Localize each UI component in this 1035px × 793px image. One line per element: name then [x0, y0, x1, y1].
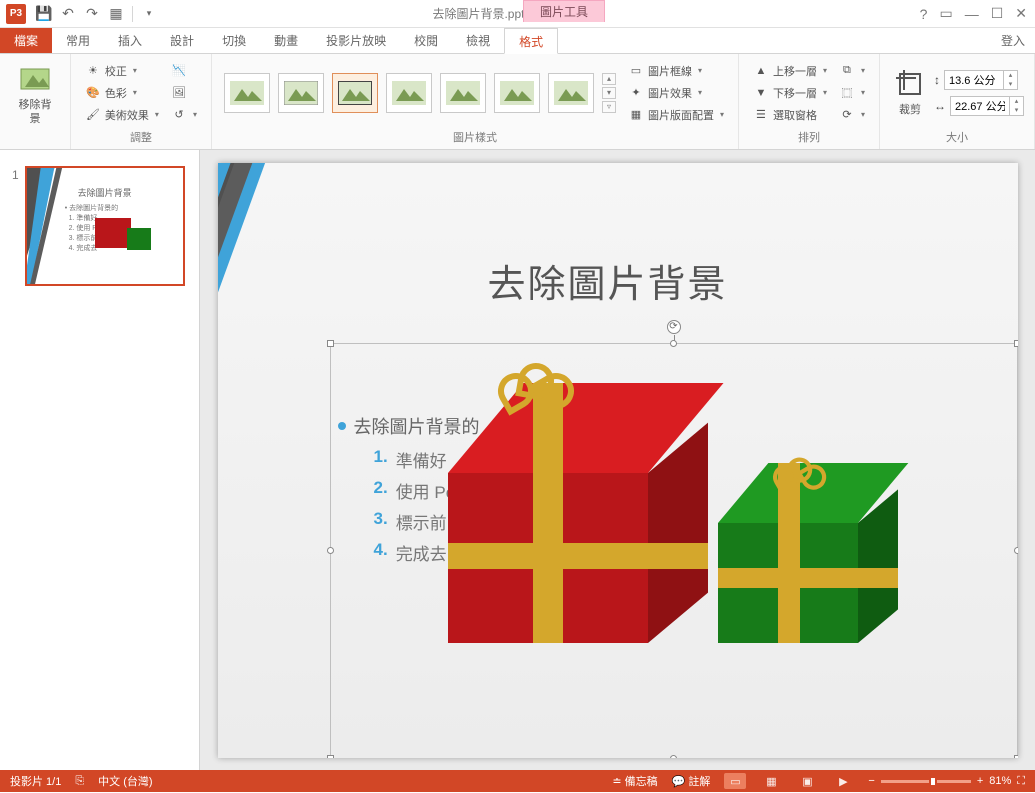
- tab-insert[interactable]: 插入: [104, 28, 156, 53]
- tab-file[interactable]: 檔案: [0, 28, 52, 53]
- remove-background-button[interactable]: 移除背景: [8, 59, 62, 129]
- slide: 去除圖片背景 去除圖片背景的 1.準備好 2.使用 Po 3.標示前 4.完成去: [218, 163, 1018, 758]
- slide-indicator[interactable]: 投影片 1/1: [10, 773, 61, 789]
- style-tile-2[interactable]: [278, 73, 324, 113]
- contextual-tab-title: 圖片工具: [523, 0, 605, 22]
- send-backward-button[interactable]: ▼下移一層▾: [749, 83, 831, 103]
- notes-button[interactable]: ≐ 備忘稿: [612, 773, 657, 789]
- corrections-button[interactable]: ☀校正▾: [81, 61, 163, 81]
- tab-home[interactable]: 常用: [52, 28, 104, 53]
- group-arrange: ▲上移一層▾ ▼下移一層▾ ☰選取窗格 ⧉▾ ⿴▾ ⟳▾ 排列: [739, 54, 880, 149]
- status-bar: 投影片 1/1 ⎘ 中文 (台灣) ≐ 備忘稿 💬 註解 ▭ ▦ ▣ ▶ − +…: [0, 770, 1035, 792]
- signin-link[interactable]: 登入: [1001, 28, 1035, 53]
- rotate-button[interactable]: ⟳▾: [835, 105, 869, 125]
- sorter-view-button[interactable]: ▦: [760, 773, 782, 789]
- height-icon: ↕: [934, 73, 940, 87]
- width-down[interactable]: ▾: [1009, 106, 1023, 115]
- height-up[interactable]: ▴: [1003, 71, 1017, 80]
- save-icon[interactable]: 💾: [36, 6, 52, 22]
- quick-access-toolbar: 💾 ↶ ↷ ▦ ▾: [36, 6, 157, 22]
- tab-design[interactable]: 設計: [156, 28, 208, 53]
- qat-more-icon[interactable]: ▾: [141, 6, 157, 22]
- slide-thumbnail-1[interactable]: 1 去除圖片背景 • 去除圖片背景的 1. 準備好 2. 使用 Po 3. 標示…: [12, 166, 187, 286]
- tab-animations[interactable]: 動畫: [260, 28, 312, 53]
- start-from-beginning-icon[interactable]: ▦: [108, 6, 124, 22]
- selection-box[interactable]: ⟳: [330, 343, 1018, 758]
- tab-transitions[interactable]: 切換: [208, 28, 260, 53]
- picture-layout-button[interactable]: ▦圖片版面配置▾: [624, 105, 728, 125]
- zoom-control: − + 81% ⛶: [868, 775, 1025, 788]
- separator: [132, 6, 133, 22]
- height-input[interactable]: [945, 74, 1003, 86]
- normal-view-button[interactable]: ▭: [724, 773, 746, 789]
- slideshow-view-button[interactable]: ▶: [832, 773, 854, 789]
- style-tile-6[interactable]: [494, 73, 540, 113]
- slide-canvas-area[interactable]: 去除圖片背景 去除圖片背景的 1.準備好 2.使用 Po 3.標示前 4.完成去: [200, 150, 1035, 770]
- group-size: 裁剪 ↕ ▴▾ ↔ ▴▾ 大小: [880, 54, 1035, 149]
- width-icon: ↔: [934, 99, 946, 113]
- gallery-more: ▴ ▾ ▿: [602, 73, 616, 113]
- width-input[interactable]: [951, 100, 1009, 112]
- height-down[interactable]: ▾: [1003, 80, 1017, 89]
- thumbnail-number: 1: [12, 168, 19, 182]
- rotation-handle[interactable]: ⟳: [667, 320, 681, 334]
- zoom-out-button[interactable]: −: [868, 775, 874, 787]
- maximize-icon[interactable]: ☐: [991, 5, 1004, 22]
- gallery-row-down[interactable]: ▾: [602, 87, 616, 99]
- picture-border-button[interactable]: ▭圖片框線▾: [624, 61, 728, 81]
- ribbon-options-icon[interactable]: ▭: [939, 5, 952, 22]
- group-adjust: ☀校正▾ 🎨色彩▾ 🖌美術效果▾ 📉 🖼 ↺▾ 調整: [71, 54, 212, 149]
- language-indicator[interactable]: 中文 (台灣): [98, 773, 152, 789]
- compress-pictures-button[interactable]: 📉: [167, 61, 201, 81]
- style-tile-1[interactable]: [224, 73, 270, 113]
- style-tile-7[interactable]: [548, 73, 594, 113]
- artistic-effects-button[interactable]: 🖌美術效果▾: [81, 105, 163, 125]
- group-remove-bg: 移除背景: [0, 54, 71, 149]
- workspace: 1 去除圖片背景 • 去除圖片背景的 1. 準備好 2. 使用 Po 3. 標示…: [0, 150, 1035, 770]
- change-picture-button[interactable]: 🖼: [167, 83, 201, 103]
- zoom-slider[interactable]: [881, 780, 971, 783]
- fit-to-window-button[interactable]: ⛶: [1017, 775, 1025, 788]
- undo-icon[interactable]: ↶: [60, 6, 76, 22]
- app-badge: P3: [6, 4, 26, 24]
- title-bar: P3 💾 ↶ ↷ ▦ ▾ 去除圖片背景.pptx - PowerPoint 圖片…: [0, 0, 1035, 28]
- color-button[interactable]: 🎨色彩▾: [81, 83, 163, 103]
- slide-title[interactable]: 去除圖片背景: [488, 253, 728, 308]
- tab-view[interactable]: 檢視: [452, 28, 504, 53]
- align-button[interactable]: ⧉▾: [835, 61, 869, 81]
- tab-slideshow[interactable]: 投影片放映: [312, 28, 400, 53]
- close-icon[interactable]: ✕: [1015, 5, 1027, 22]
- zoom-in-button[interactable]: +: [977, 775, 983, 787]
- ribbon-tabs: 檔案 常用 插入 設計 切換 動畫 投影片放映 校閱 檢視 格式 登入: [0, 28, 1035, 54]
- spellcheck-icon[interactable]: ⎘: [75, 775, 84, 788]
- group-button[interactable]: ⿴▾: [835, 83, 869, 103]
- zoom-level[interactable]: 81%: [989, 775, 1011, 787]
- reading-view-button[interactable]: ▣: [796, 773, 818, 789]
- comments-button[interactable]: 💬 註解: [672, 773, 711, 789]
- tab-format[interactable]: 格式: [504, 28, 558, 54]
- width-up[interactable]: ▴: [1009, 97, 1023, 106]
- bring-forward-button[interactable]: ▲上移一層▾: [749, 61, 831, 81]
- style-tile-5[interactable]: [440, 73, 486, 113]
- gallery-expand[interactable]: ▿: [602, 101, 616, 113]
- crop-button[interactable]: 裁剪: [888, 64, 932, 121]
- height-spinner[interactable]: ▴▾: [944, 70, 1018, 90]
- ribbon: 移除背景 ☀校正▾ 🎨色彩▾ 🖌美術效果▾ 📉 🖼 ↺▾ 調整: [0, 54, 1035, 150]
- help-icon[interactable]: ?: [920, 6, 928, 22]
- slide-thumbnail-panel: 1 去除圖片背景 • 去除圖片背景的 1. 準備好 2. 使用 Po 3. 標示…: [0, 150, 200, 770]
- group-picture-styles: ▴ ▾ ▿ ▭圖片框線▾ ✦圖片效果▾ ▦圖片版面配置▾ 圖片樣式: [212, 54, 739, 149]
- style-tile-4[interactable]: [386, 73, 432, 113]
- width-spinner[interactable]: ▴▾: [950, 96, 1024, 116]
- selection-pane-button[interactable]: ☰選取窗格: [749, 105, 831, 125]
- picture-effects-button[interactable]: ✦圖片效果▾: [624, 83, 728, 103]
- style-tile-3[interactable]: [332, 73, 378, 113]
- tab-review[interactable]: 校閱: [400, 28, 452, 53]
- minimize-icon[interactable]: —: [965, 6, 979, 22]
- gallery-row-up[interactable]: ▴: [602, 73, 616, 85]
- reset-picture-button[interactable]: ↺▾: [167, 105, 201, 125]
- redo-icon[interactable]: ↷: [84, 6, 100, 22]
